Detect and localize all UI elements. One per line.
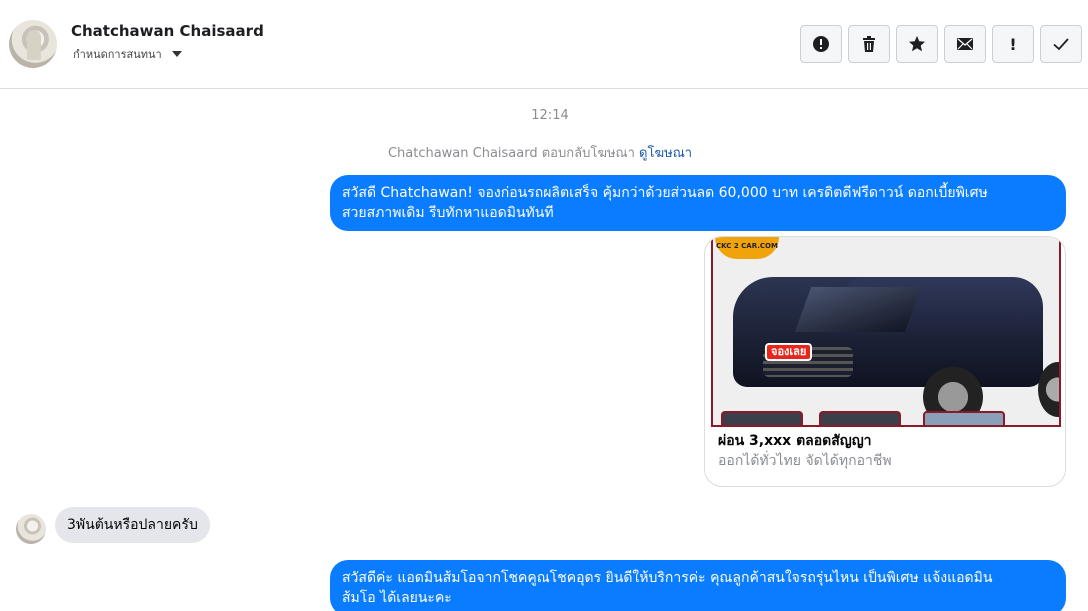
report-button[interactable]: [800, 25, 842, 63]
message-text: 3พันต้นหรือปลายครับ: [67, 517, 198, 533]
ad-image[interactable]: CKC 2 CAR.COM จองเลย: [711, 237, 1061, 427]
thumbnail: [923, 411, 1005, 425]
dealer-logo: CKC 2 CAR.COM: [715, 237, 779, 259]
contact-name[interactable]: Chatchawan Chaisaard: [71, 22, 264, 40]
spam-button[interactable]: !: [992, 25, 1034, 63]
ad-card[interactable]: CKC 2 CAR.COM จองเลย ผ่อน 3,xxx ตลอดสัญญ…: [704, 236, 1066, 487]
mark-unread-button[interactable]: [944, 25, 986, 63]
outgoing-message-bubble[interactable]: สวัสดีค่ะ แอดมินส้มโอจากโชคคูณโชคอุดร ยิ…: [330, 560, 1066, 611]
conversation-header: Chatchawan Chaisaard กำหนดการสนทนา !: [0, 0, 1088, 89]
star-button[interactable]: [896, 25, 938, 63]
check-icon: [1053, 38, 1069, 51]
message-text-line: สวัสดีค่ะ แอดมินส้มโอจากโชคคูณโชคอุดร ยิ…: [342, 570, 993, 586]
star-icon: [909, 36, 925, 52]
ad-subtitle: ออกได้ทั่วไทย จัดได้ทุกอาชีพ: [718, 453, 892, 469]
thumbnail: [819, 411, 901, 425]
exclamation-icon: !: [1009, 34, 1017, 54]
envelope-icon: [957, 38, 973, 50]
caret-down-icon: [171, 51, 182, 57]
conversation-settings-dropdown[interactable]: กำหนดการสนทนา: [73, 45, 182, 63]
message-text-line: สวัสดี Chatchawan! จองก่อนรถผลิตเสร็จ คุ…: [342, 185, 988, 201]
ad-reply-text: Chatchawan Chaisaard ตอบกลับโฆษณา: [387, 146, 635, 161]
car-wheel-shape: [1038, 362, 1059, 417]
ad-reply-notice: Chatchawan Chaisaard ตอบกลับโฆษณา ดูโฆษณ…: [0, 142, 1080, 163]
alert-circle-icon: [813, 36, 829, 52]
delete-button[interactable]: [848, 25, 890, 63]
conversation-settings-label: กำหนดการสนทนา: [73, 48, 162, 61]
contact-avatar[interactable]: [9, 20, 57, 68]
trash-icon: [863, 36, 875, 52]
book-now-badge: จองเลย: [765, 343, 813, 361]
car-body-shape: [733, 277, 1059, 425]
sender-avatar[interactable]: [16, 514, 46, 544]
outgoing-message-bubble[interactable]: สวัสดี Chatchawan! จองก่อนรถผลิตเสร็จ คุ…: [330, 175, 1066, 231]
message-text-line: ส้มโอ ได้เลยนะคะ: [342, 590, 452, 606]
message-text-line: สวยสภาพเดิม รีบทักหาแอดมินทันที: [342, 205, 554, 221]
car-windshield-shape: [794, 287, 922, 332]
message-timestamp: 12:14: [531, 108, 569, 123]
view-ad-link[interactable]: ดูโฆษณา: [639, 146, 692, 161]
done-button[interactable]: [1040, 25, 1082, 63]
thumbnail: [721, 411, 803, 425]
incoming-message-bubble[interactable]: 3พันต้นหรือปลายครับ: [55, 507, 210, 543]
ad-title: ผ่อน 3,xxx ตลอดสัญญา: [718, 433, 872, 449]
